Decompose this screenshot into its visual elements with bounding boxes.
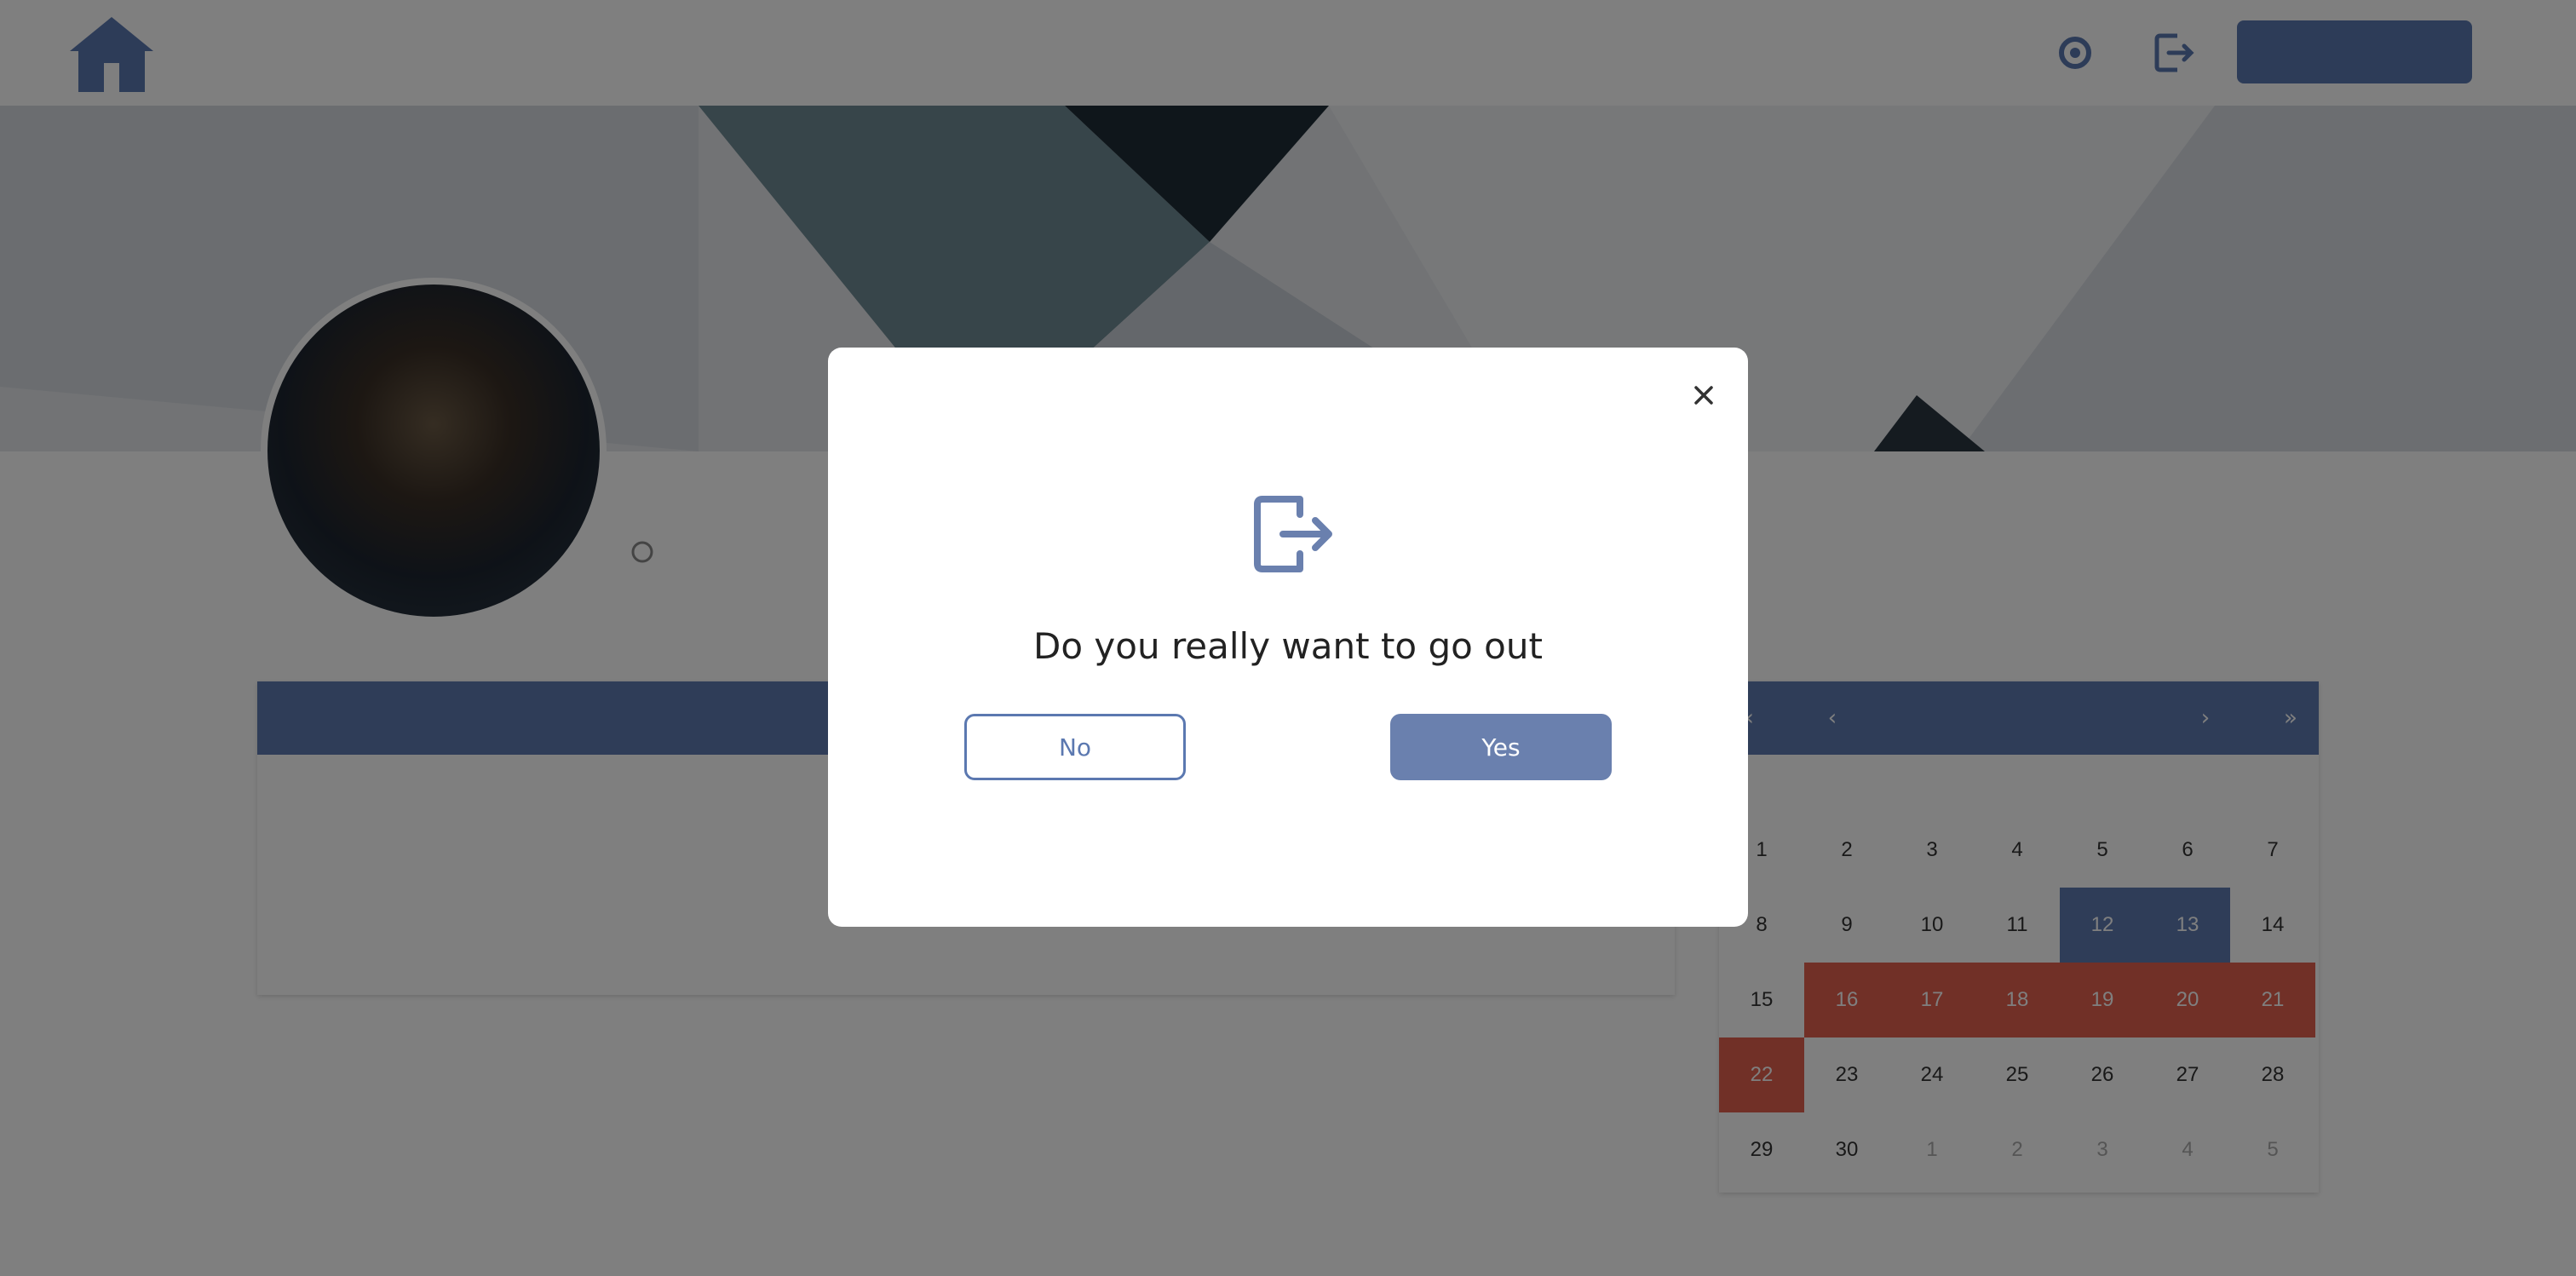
yes-button[interactable]: Yes <box>1390 714 1612 780</box>
close-icon[interactable] <box>1683 375 1724 416</box>
logout-confirm-modal: Do you really want to go out No Yes <box>828 348 1748 927</box>
page: « ‹ › » 12345678910111213141516171819202… <box>0 0 2576 1276</box>
no-button[interactable]: No <box>964 714 1186 780</box>
modal-title: Do you really want to go out <box>1033 625 1543 667</box>
logout-icon <box>1251 491 1336 576</box>
